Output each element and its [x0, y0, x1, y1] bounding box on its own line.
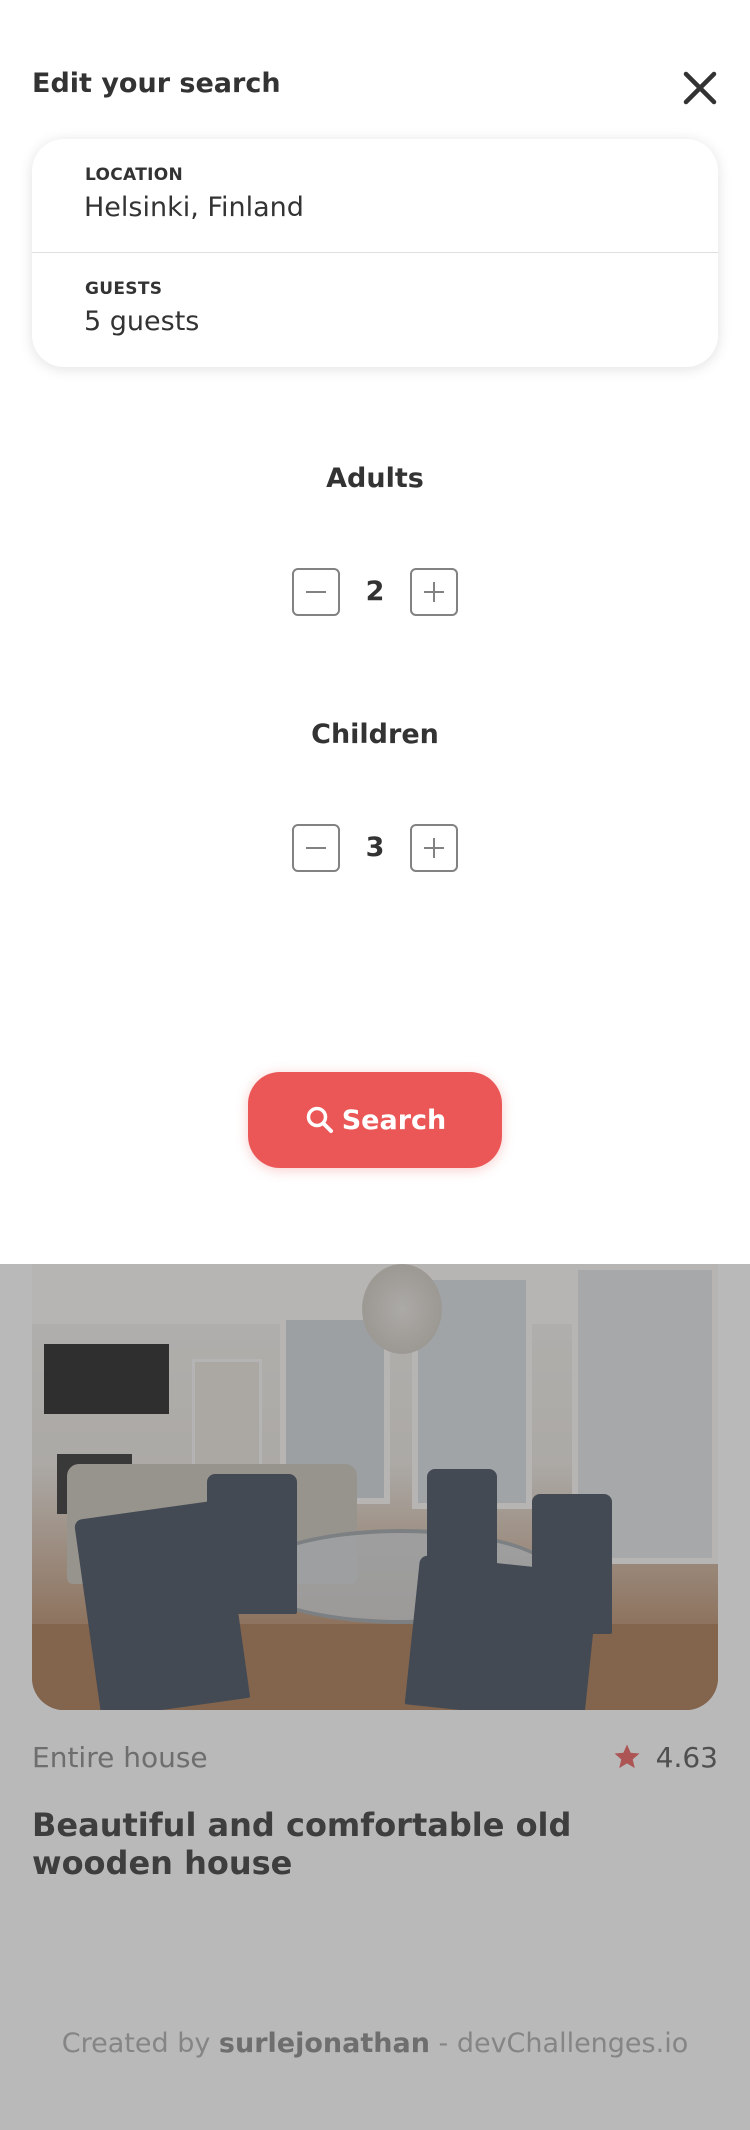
location-field[interactable]: LOCATION Helsinki, Finland — [32, 139, 718, 253]
search-button-label: Search — [341, 1104, 447, 1136]
search-fields: LOCATION Helsinki, Finland GUESTS 5 gues… — [32, 139, 718, 367]
location-value: Helsinki, Finland — [84, 192, 304, 223]
guests-field[interactable]: GUESTS 5 guests — [32, 253, 718, 367]
children-counter: 3 — [292, 824, 458, 872]
search-button[interactable]: Search — [248, 1072, 502, 1168]
children-increment-button[interactable] — [410, 824, 458, 872]
search-icon — [306, 1106, 333, 1133]
minus-icon — [306, 591, 326, 593]
drawer-title: Edit your search — [32, 68, 281, 99]
close-icon — [683, 71, 717, 105]
adults-increment-button[interactable] — [410, 568, 458, 616]
guests-label: GUESTS — [85, 279, 163, 299]
children-count: 3 — [365, 832, 385, 863]
close-button[interactable] — [680, 68, 720, 108]
location-label: LOCATION — [85, 165, 183, 185]
adults-counter: 2 — [292, 568, 458, 616]
adults-count: 2 — [365, 576, 385, 607]
children-label: Children — [311, 719, 439, 750]
adults-label: Adults — [326, 463, 424, 494]
adults-decrement-button[interactable] — [292, 568, 340, 616]
search-drawer: Edit your search LOCATION Helsinki, Finl… — [0, 0, 750, 1264]
minus-icon — [306, 847, 326, 849]
guests-value: 5 guests — [84, 306, 200, 337]
plus-icon — [424, 838, 444, 858]
plus-icon — [424, 582, 444, 602]
children-decrement-button[interactable] — [292, 824, 340, 872]
